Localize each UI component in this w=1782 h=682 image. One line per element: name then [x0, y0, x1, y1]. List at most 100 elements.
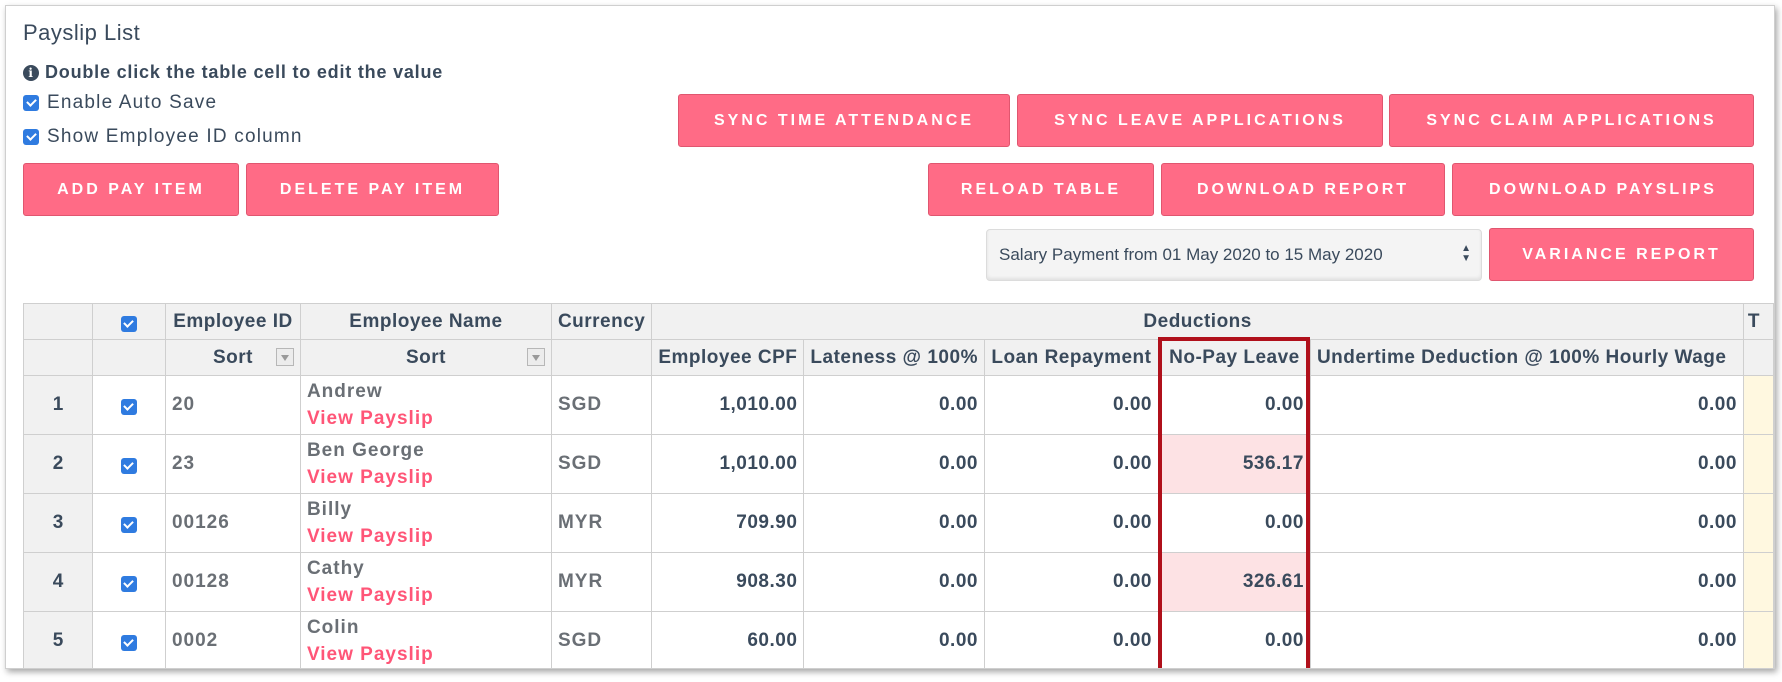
undertime-deduction-cell[interactable]: 0.00	[1309, 434, 1744, 494]
table-row[interactable]: 1 20 Andrew View Payslip SGD 1,010.00 0.00 0.00…	[23, 375, 1774, 435]
table-row[interactable]: 2 23 Ben George View Payslip SGD 1,010.00 0.00…	[23, 434, 1774, 494]
view-payslip-link[interactable]: View Payslip	[307, 405, 545, 432]
employee-id-sort[interactable]: Sort	[164, 339, 301, 376]
row-select-cell[interactable]	[91, 552, 166, 612]
row-select-cell[interactable]	[91, 434, 166, 494]
loan-repayment-cell[interactable]: 0.00	[983, 552, 1159, 612]
employee-id-cell[interactable]: 23	[164, 434, 301, 494]
currency-cell[interactable]: SGD	[550, 375, 653, 435]
select-all-checkbox[interactable]	[120, 315, 137, 332]
employee-name-cell[interactable]: Andrew View Payslip	[299, 375, 552, 435]
lateness-cell[interactable]: 0.00	[803, 375, 985, 435]
employee-cpf-cell[interactable]: 709.90	[651, 493, 805, 553]
table-row[interactable]: 3 00126 Billy View Payslip MYR 709.90 0.00 0.00…	[23, 493, 1774, 553]
employee-cpf-cell[interactable]: 60.00	[651, 611, 805, 668]
corner-cell-2	[23, 339, 93, 376]
enable-auto-save-option[interactable]: Enable Auto Save	[23, 92, 217, 114]
sort-label: Sort	[212, 346, 253, 368]
employee-name-cell[interactable]: Billy View Payslip	[299, 493, 552, 553]
lateness-header: Lateness @ 100%	[803, 339, 985, 376]
undertime-deduction-cell[interactable]: 0.00	[1309, 611, 1744, 668]
filter-dropdown-icon[interactable]	[526, 348, 545, 366]
employee-name-cell[interactable]: Cathy View Payslip	[299, 552, 552, 612]
pay-period-select[interactable]: Salary Payment from 01 May 2020 to 15 Ma…	[986, 229, 1482, 281]
payslip-list-panel: Payslip List i Double click the table ce…	[5, 5, 1775, 669]
row-checkbox[interactable]	[120, 399, 137, 415]
employee-id-cell[interactable]: 00128	[164, 552, 301, 612]
table-row[interactable]: 4 00128 Cathy View Payslip MYR 908.30 0.00 0.00…	[23, 552, 1774, 612]
enable-auto-save-checkbox[interactable]	[23, 95, 39, 111]
employee-name: Colin	[306, 617, 360, 638]
no-pay-leave-cell[interactable]: 326.61	[1157, 552, 1311, 612]
employee-cpf-cell[interactable]: 1,010.00	[651, 375, 805, 435]
checkbox-column-header	[91, 339, 166, 376]
row-select-cell[interactable]	[91, 493, 166, 553]
row-number: 5	[23, 611, 93, 668]
reload-table-button[interactable]: RELOAD TABLE	[928, 163, 1154, 216]
add-pay-item-button[interactable]: ADD PAY ITEM	[23, 163, 239, 216]
view-payslip-link[interactable]: View Payslip	[307, 641, 545, 668]
employee-name-cell[interactable]: Colin View Payslip	[299, 611, 552, 668]
lateness-cell[interactable]: 0.00	[803, 611, 985, 668]
download-report-button[interactable]: DOWNLOAD REPORT	[1161, 163, 1445, 216]
undertime-deduction-header: Undertime Deduction @ 100% Hourly Wage	[1309, 339, 1744, 376]
row-checkbox[interactable]	[120, 458, 137, 474]
lateness-cell[interactable]: 0.00	[803, 493, 985, 553]
undertime-deduction-cell[interactable]: 0.00	[1309, 493, 1744, 553]
employee-name-sort[interactable]: Sort	[299, 339, 552, 376]
lateness-cell[interactable]: 0.00	[803, 552, 985, 612]
employee-id-cell[interactable]: 00126	[164, 493, 301, 553]
employee-name-cell[interactable]: Ben George View Payslip	[299, 434, 552, 494]
undertime-deduction-cell[interactable]: 0.00	[1309, 552, 1744, 612]
select-arrows-icon: ▲ ▼	[1461, 243, 1471, 264]
employee-cpf-cell[interactable]: 908.30	[651, 552, 805, 612]
loan-repayment-cell[interactable]: 0.00	[983, 493, 1159, 553]
trailing-header: T	[1742, 303, 1774, 340]
delete-pay-item-button[interactable]: DELETE PAY ITEM	[246, 163, 499, 216]
table-column-header-row: Sort Sort Employee CPF Lateness @ 100% L…	[23, 339, 1774, 376]
no-pay-leave-cell[interactable]: 0.00	[1157, 375, 1311, 435]
currency-cell[interactable]: MYR	[550, 493, 653, 553]
currency-cell[interactable]: SGD	[550, 611, 653, 668]
view-payslip-link[interactable]: View Payslip	[307, 523, 545, 550]
sync-leave-applications-button[interactable]: SYNC LEAVE APPLICATIONS	[1017, 94, 1383, 147]
loan-repayment-cell[interactable]: 0.00	[983, 434, 1159, 494]
employee-name: Cathy	[306, 558, 365, 579]
sync-time-attendance-button[interactable]: SYNC TIME ATTENDANCE	[678, 94, 1010, 147]
lateness-cell[interactable]: 0.00	[803, 434, 985, 494]
employee-id-cell[interactable]: 0002	[164, 611, 301, 668]
trailing-cell	[1742, 493, 1774, 553]
undertime-deduction-cell[interactable]: 0.00	[1309, 375, 1744, 435]
trailing-cell	[1742, 434, 1774, 494]
currency-cell[interactable]: SGD	[550, 434, 653, 494]
select-all-cell[interactable]	[91, 303, 166, 340]
row-number: 1	[23, 375, 93, 435]
row-checkbox[interactable]	[120, 517, 137, 533]
row-checkbox[interactable]	[120, 635, 137, 651]
table-row[interactable]: 5 0002 Colin View Payslip SGD 60.00 0.00 0.00 0.…	[23, 611, 1774, 668]
filter-dropdown-icon[interactable]	[275, 348, 294, 366]
employee-cpf-cell[interactable]: 1,010.00	[651, 434, 805, 494]
employee-id-cell[interactable]: 20	[164, 375, 301, 435]
show-employee-id-option[interactable]: Show Employee ID column	[23, 126, 303, 148]
variance-report-button[interactable]: VARIANCE REPORT	[1489, 228, 1754, 281]
row-number: 3	[23, 493, 93, 553]
view-payslip-link[interactable]: View Payslip	[307, 582, 545, 609]
no-pay-leave-cell[interactable]: 0.00	[1157, 493, 1311, 553]
loan-repayment-cell[interactable]: 0.00	[983, 611, 1159, 668]
currency-cell[interactable]: MYR	[550, 552, 653, 612]
row-select-cell[interactable]	[91, 375, 166, 435]
row-select-cell[interactable]	[91, 611, 166, 668]
employee-name: Billy	[306, 499, 353, 520]
employee-id-header: Employee ID	[164, 303, 301, 340]
view-payslip-link[interactable]: View Payslip	[307, 464, 545, 491]
row-checkbox[interactable]	[120, 576, 137, 592]
download-payslips-button[interactable]: DOWNLOAD PAYSLIPS	[1452, 163, 1754, 216]
no-pay-leave-cell[interactable]: 536.17	[1157, 434, 1311, 494]
employee-name: Andrew	[306, 381, 383, 402]
show-employee-id-checkbox[interactable]	[23, 129, 39, 145]
no-pay-leave-cell[interactable]: 0.00	[1157, 611, 1311, 668]
row-number: 2	[23, 434, 93, 494]
loan-repayment-cell[interactable]: 0.00	[983, 375, 1159, 435]
sync-claim-applications-button[interactable]: SYNC CLAIM APPLICATIONS	[1389, 94, 1754, 147]
